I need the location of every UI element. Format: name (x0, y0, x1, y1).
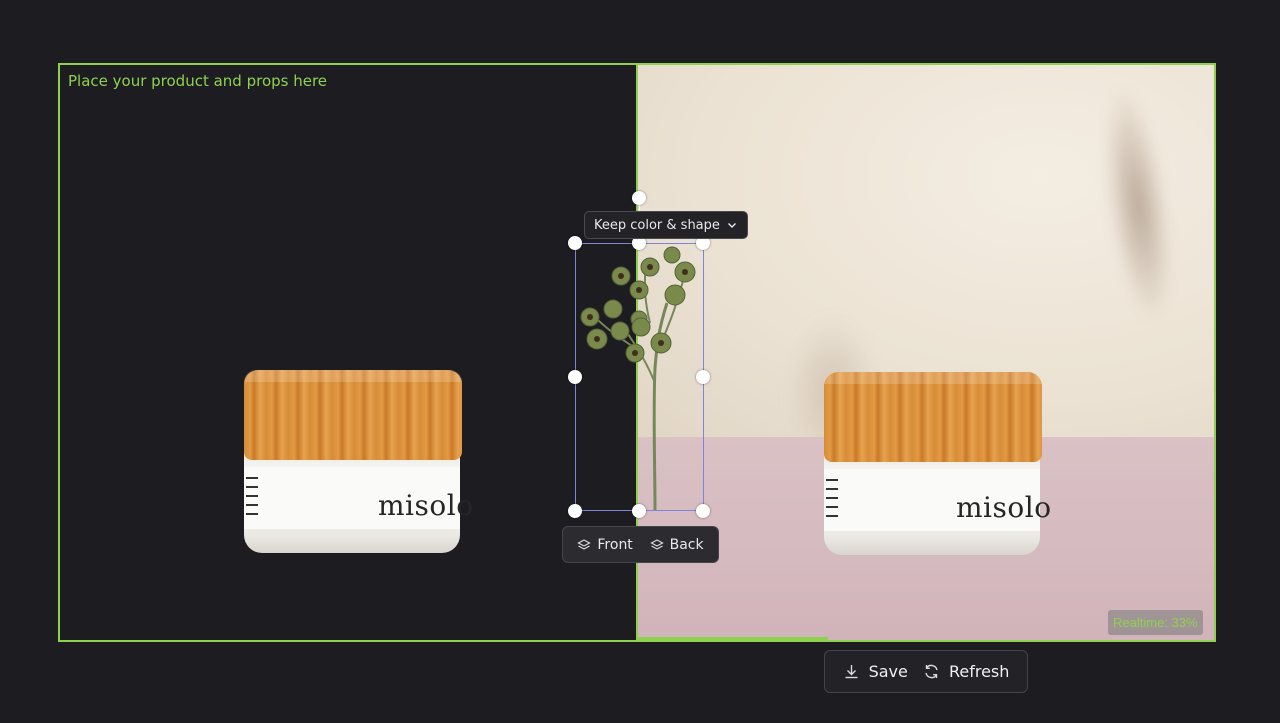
resize-handle-top-left[interactable] (568, 236, 582, 250)
bring-front-button[interactable]: Front (577, 536, 633, 553)
layers-icon (577, 538, 592, 550)
rotate-handle[interactable] (632, 191, 646, 205)
canvas-hint: Place your product and props here (68, 72, 328, 90)
selection-box (575, 243, 704, 511)
prop-mode-label: Keep color & shape (594, 217, 720, 233)
refresh-label: Refresh (948, 662, 1010, 681)
brand-logo: misolo (378, 489, 474, 522)
product-jar[interactable]: misolo (242, 367, 473, 557)
refresh-button[interactable]: Refresh (923, 662, 1009, 681)
preview-product-jar: misolo (822, 369, 1051, 559)
resize-handle-middle-left[interactable] (568, 370, 582, 384)
brand-logo: misolo (956, 491, 1052, 524)
realtime-preview: misolo (636, 63, 1216, 642)
layers-icon (649, 538, 664, 550)
layer-order-bar: Front Back (562, 526, 719, 563)
prop-mode-dropdown[interactable]: Keep color & shape (584, 211, 748, 239)
jar-lid (244, 370, 462, 460)
save-label: Save (868, 662, 908, 681)
resize-handle-bottom-center[interactable] (632, 504, 646, 518)
jar-lid (824, 372, 1042, 462)
resize-handle-middle-right[interactable] (696, 370, 710, 384)
chevron-down-icon (727, 223, 736, 228)
resize-handle-bottom-left[interactable] (568, 504, 582, 518)
refresh-icon (925, 664, 938, 679)
send-back-button[interactable]: Back (649, 536, 704, 553)
save-button[interactable]: Save (843, 662, 908, 681)
realtime-status-badge: Realtime: 33% (1108, 610, 1203, 635)
composition-canvas[interactable]: Place your product and props here misolo (58, 63, 638, 642)
front-label: Front (597, 536, 633, 553)
jar-label-lines (246, 477, 258, 522)
resize-handle-bottom-right[interactable] (696, 504, 710, 518)
jar-label-lines (826, 479, 838, 524)
download-icon (845, 665, 858, 679)
back-label: Back (669, 536, 704, 553)
realtime-progress-bar (638, 637, 829, 640)
action-bar: Save Refresh (824, 650, 1028, 693)
